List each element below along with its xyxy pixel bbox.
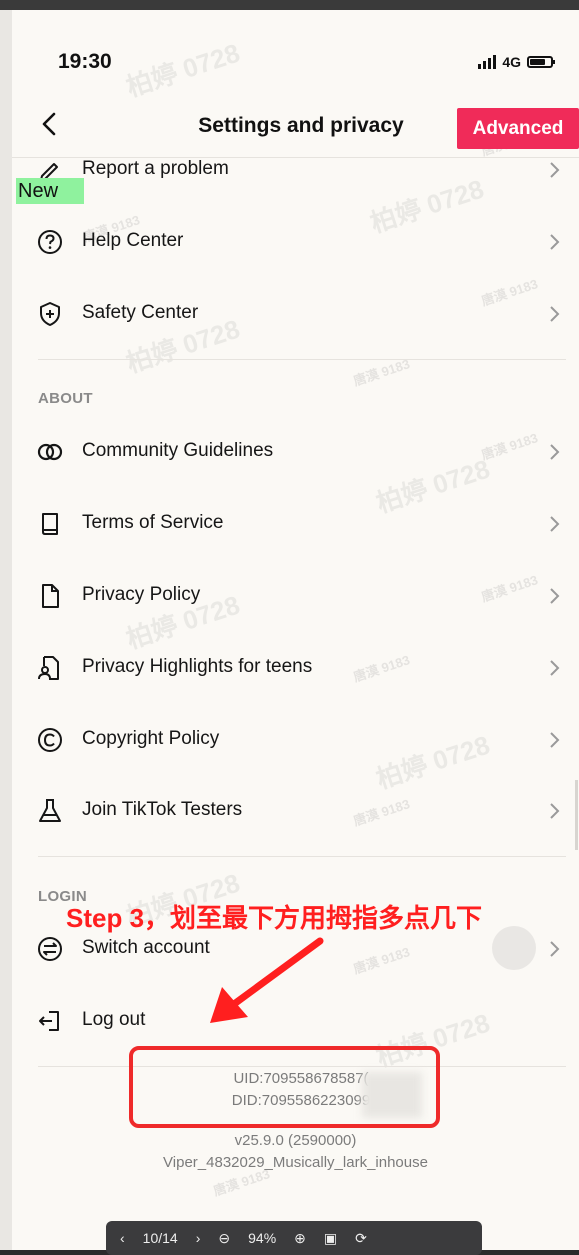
settings-item-help-center[interactable]: Help Center <box>12 214 579 270</box>
settings-item-label: Privacy Policy <box>82 584 201 605</box>
background-window-strip <box>0 0 579 10</box>
new-badge: New <box>16 178 84 204</box>
zoom-level: 94% <box>248 1230 277 1246</box>
settings-item-label: Log out <box>82 1009 146 1030</box>
page-indicator: 10/14 <box>142 1230 178 1246</box>
highlight-box <box>129 1046 440 1128</box>
settings-item-terms-of-service[interactable]: Terms of Service <box>12 496 579 552</box>
settings-item-label: Report a problem <box>82 158 229 179</box>
settings-item-community-guidelines[interactable]: Community Guidelines <box>12 424 579 480</box>
rings-icon <box>37 443 63 461</box>
zoom-out-icon[interactable]: ⊖ <box>218 1230 230 1247</box>
section-title-about: ABOUT <box>38 390 93 407</box>
scrollbar[interactable] <box>575 780 578 850</box>
chevron-right-icon <box>550 162 560 178</box>
background-window-edge <box>0 10 12 1250</box>
app-version: v25.9.0 (2590000) <box>234 1132 357 1149</box>
shield-plus-icon <box>40 302 60 326</box>
chevron-right-icon <box>550 941 560 957</box>
book-icon <box>42 513 58 535</box>
phone-screen: 柏婷 0728 唐漠 9183 柏婷 0728 唐漠 9183 唐漠 9183 … <box>12 10 579 1250</box>
chevron-right-icon <box>550 516 560 532</box>
chevron-right-icon <box>550 588 560 604</box>
section-divider <box>38 359 566 360</box>
document-person-icon <box>38 656 59 680</box>
settings-item-privacy-highlights-teens[interactable]: Privacy Highlights for teens <box>12 640 579 696</box>
prev-page-button[interactable]: ‹ <box>120 1230 125 1246</box>
annotation-arrow-icon <box>210 937 324 1023</box>
chevron-right-icon <box>550 732 560 748</box>
status-indicators: 4G <box>478 54 555 70</box>
switch-account-icon <box>38 937 62 961</box>
log-out-icon <box>39 1011 59 1031</box>
annotation-text: Step 3，划至最下方用拇指多点几下 <box>66 903 483 933</box>
flask-icon <box>39 799 61 822</box>
next-page-button[interactable]: › <box>196 1230 201 1246</box>
settings-item-join-testers[interactable]: Join TikTok Testers <box>12 783 579 839</box>
settings-item-label: Switch account <box>82 937 210 958</box>
settings-item-label: Privacy Highlights for teens <box>82 656 313 677</box>
build-name: Viper_4832029_Musically_lark_inhouse <box>163 1154 428 1171</box>
zoom-in-icon[interactable]: ⊕ <box>294 1230 306 1247</box>
watermark: 柏婷 0728 <box>122 37 244 103</box>
settings-item-label: Help Center <box>82 230 184 251</box>
settings-item-label: Community Guidelines <box>82 440 274 461</box>
settings-item-copyright-policy[interactable]: Copyright Policy <box>12 712 579 768</box>
fit-page-icon[interactable]: ▣ <box>324 1230 337 1247</box>
section-divider <box>38 856 566 857</box>
network-type: 4G <box>502 54 521 70</box>
copyright-icon <box>38 728 62 752</box>
settings-item-label: Join TikTok Testers <box>82 799 243 820</box>
settings-item-label: Safety Center <box>82 302 199 323</box>
settings-item-report-problem[interactable]: Report a problem <box>12 142 579 198</box>
settings-item-label: Copyright Policy <box>82 728 220 749</box>
settings-item-label: Terms of Service <box>82 512 224 533</box>
chevron-right-icon <box>550 306 560 322</box>
chevron-right-icon <box>550 444 560 460</box>
battery-icon <box>527 56 555 68</box>
settings-item-safety-center[interactable]: Safety Center <box>12 286 579 342</box>
question-circle-icon <box>38 230 62 254</box>
settings-item-privacy-policy[interactable]: Privacy Policy <box>12 568 579 624</box>
chevron-right-icon <box>550 660 560 676</box>
chevron-right-icon <box>550 234 560 250</box>
document-icon <box>42 584 59 608</box>
signal-icon <box>478 55 497 69</box>
chevron-right-icon <box>550 803 560 819</box>
rotate-icon[interactable]: ⟳ <box>355 1230 367 1247</box>
status-time: 19:30 <box>58 50 112 73</box>
